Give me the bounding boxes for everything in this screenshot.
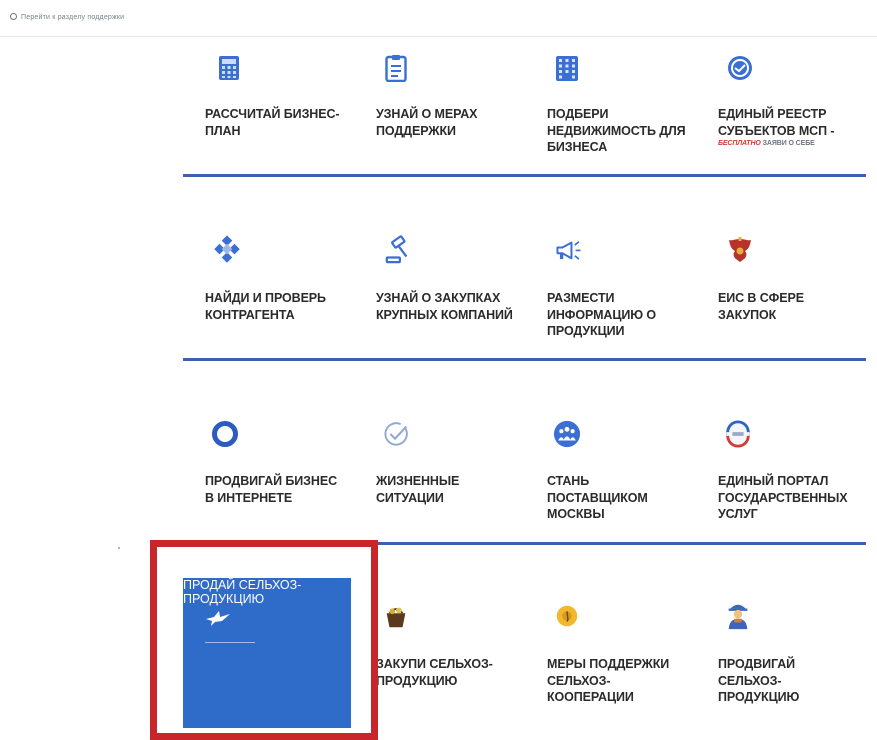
tile-support-measures[interactable]: УЗНАЙ О МЕРАХ ПОДДЕРЖКИ bbox=[354, 50, 522, 178]
gavel-icon bbox=[384, 235, 412, 264]
tile-label: ЗАКУПИ СЕЛЬХОЗ-ПРОДУКЦИЮ bbox=[376, 657, 493, 688]
sunflower-icon bbox=[553, 602, 581, 630]
tile-life-situations[interactable]: ЖИЗНЕННЫЕ СИТУАЦИИ bbox=[354, 418, 522, 542]
tile-label: ПРОДВИГАЙ БИЗНЕС В ИНТЕРНЕТЕ bbox=[205, 474, 338, 505]
calculator-icon bbox=[215, 54, 243, 82]
people-group-icon bbox=[553, 420, 581, 448]
tile-label: УЗНАЙ О МЕРАХ ПОДДЕРЖКИ bbox=[376, 107, 478, 138]
tile-label: СТАНЬ ПОСТАВЩИКОМ МОСКВЫ bbox=[547, 474, 648, 521]
ring-icon bbox=[211, 420, 239, 448]
tile-label: ПРОДАЙ СЕЛЬХОЗ-ПРОДУКЦИЮ bbox=[183, 578, 302, 606]
tile-real-estate[interactable]: ПОДБЕРИ НЕДВИЖИМОСТЬ ДЛЯ БИЗНЕСА bbox=[525, 50, 693, 178]
registry-note[interactable]: БЕСПЛАТНО ЗАЯВИ О СЕБЕ bbox=[718, 139, 873, 149]
registry-emblem-icon bbox=[726, 54, 754, 82]
tile-sell-agri-products[interactable]: ПРОДАЙ СЕЛЬХОЗ-ПРОДУКЦИЮ bbox=[183, 578, 351, 728]
registry-note-rest: ЗАЯВИ О СЕБЕ bbox=[760, 140, 815, 147]
tile-moscow-supplier[interactable]: СТАНЬ ПОСТАВЩИКОМ МОСКВЫ bbox=[525, 418, 693, 542]
tile-gosuslugi[interactable]: ЕДИНЫЙ ПОРТАЛ ГОСУДАРСТВЕННЫХ УСЛУГ bbox=[696, 418, 864, 542]
tile-label: ЕИС В СФЕРЕ ЗАКУПОК bbox=[718, 291, 804, 322]
tile-label: ЕДИНЫЙ РЕЕСТР СУБЪЕКТОВ МСП - БЕСПЛАТНО … bbox=[718, 106, 873, 149]
tile-label-text: ЕДИНЫЙ РЕЕСТР СУБЪЕКТОВ МСП - bbox=[718, 107, 835, 138]
bird-icon bbox=[205, 610, 233, 630]
tile-product-info[interactable]: РАЗМЕСТИ ИНФОРМАЦИЮ О ПРОДУКЦИИ bbox=[525, 232, 693, 364]
tile-label: РАЗМЕСТИ ИНФОРМАЦИЮ О ПРОДУКЦИИ bbox=[547, 291, 657, 338]
row-divider bbox=[183, 542, 866, 545]
tile-promote-agri-products[interactable]: ПРОДВИГАЙ СЕЛЬХОЗ-ПРОДУКЦИЮ bbox=[696, 596, 864, 728]
tile-label: ЖИЗНЕННЫЕ СИТУАЦИИ bbox=[376, 474, 460, 505]
breadcrumb-text[interactable]: Перейти к разделу поддержки bbox=[21, 14, 124, 21]
tile-promote-online[interactable]: ПРОДВИГАЙ БИЗНЕС В ИНТЕРНЕТЕ bbox=[183, 418, 351, 542]
tile-agri-cooperation[interactable]: МЕРЫ ПОДДЕРЖКИ СЕЛЬХОЗ-КООПЕРАЦИИ bbox=[525, 596, 693, 728]
tile-label: ЕДИНЫЙ ПОРТАЛ ГОСУДАРСТВЕННЫХ УСЛУГ bbox=[718, 474, 848, 521]
tile-buy-agri-products[interactable]: ЗАКУПИ СЕЛЬХОЗ-ПРОДУКЦИЮ bbox=[354, 596, 522, 728]
tile-check-counterparty[interactable]: НАЙДИ И ПРОВЕРЬ КОНТРАГЕНТА bbox=[183, 232, 351, 364]
info-icon bbox=[10, 13, 17, 20]
featured-divider bbox=[205, 642, 255, 643]
clipboard-icon bbox=[382, 54, 410, 82]
tile-eis-procurement[interactable]: ЕИС В СФЕРЕ ЗАКУПОК bbox=[696, 232, 864, 364]
row-divider bbox=[183, 358, 866, 361]
tile-procurement-large[interactable]: УЗНАЙ О ЗАКУПКАХ КРУПНЫХ КОМПАНИЙ bbox=[354, 232, 522, 364]
tile-label: ПОДБЕРИ НЕДВИЖИМОСТЬ ДЛЯ БИЗНЕСА bbox=[547, 107, 686, 154]
breadcrumb[interactable]: Перейти к разделу поддержки bbox=[10, 13, 124, 21]
tile-label: НАЙДИ И ПРОВЕРЬ КОНТРАГЕНТА bbox=[205, 291, 326, 322]
tile-sme-registry[interactable]: ЕДИНЫЙ РЕЕСТР СУБЪЕКТОВ МСП - БЕСПЛАТНО … bbox=[696, 50, 877, 178]
megaphone-icon bbox=[555, 236, 583, 264]
tile-label: УЗНАЙ О ЗАКУПКАХ КРУПНЫХ КОМПАНИЙ bbox=[376, 291, 513, 322]
coat-of-arms-icon bbox=[726, 236, 754, 264]
basket-icon bbox=[382, 602, 410, 630]
tile-business-plan[interactable]: РАССЧИТАЙ БИЗНЕС-ПЛАН bbox=[183, 50, 351, 178]
row-divider bbox=[183, 174, 866, 177]
diamond-network-icon bbox=[213, 235, 241, 264]
farmer-icon bbox=[724, 602, 752, 630]
building-icon bbox=[553, 54, 581, 82]
scan-speck bbox=[118, 547, 120, 549]
checkmark-circle-icon bbox=[382, 420, 410, 448]
tile-label: ПРОДВИГАЙ СЕЛЬХОЗ-ПРОДУКЦИЮ bbox=[718, 657, 800, 704]
gosuslugi-logo-icon bbox=[724, 420, 752, 448]
registry-note-free: БЕСПЛАТНО bbox=[718, 140, 761, 147]
tile-label: РАССЧИТАЙ БИЗНЕС-ПЛАН bbox=[205, 107, 340, 138]
tile-label: МЕРЫ ПОДДЕРЖКИ СЕЛЬХОЗ-КООПЕРАЦИИ bbox=[547, 657, 670, 704]
top-bar: Перейти к разделу поддержки bbox=[0, 0, 877, 37]
